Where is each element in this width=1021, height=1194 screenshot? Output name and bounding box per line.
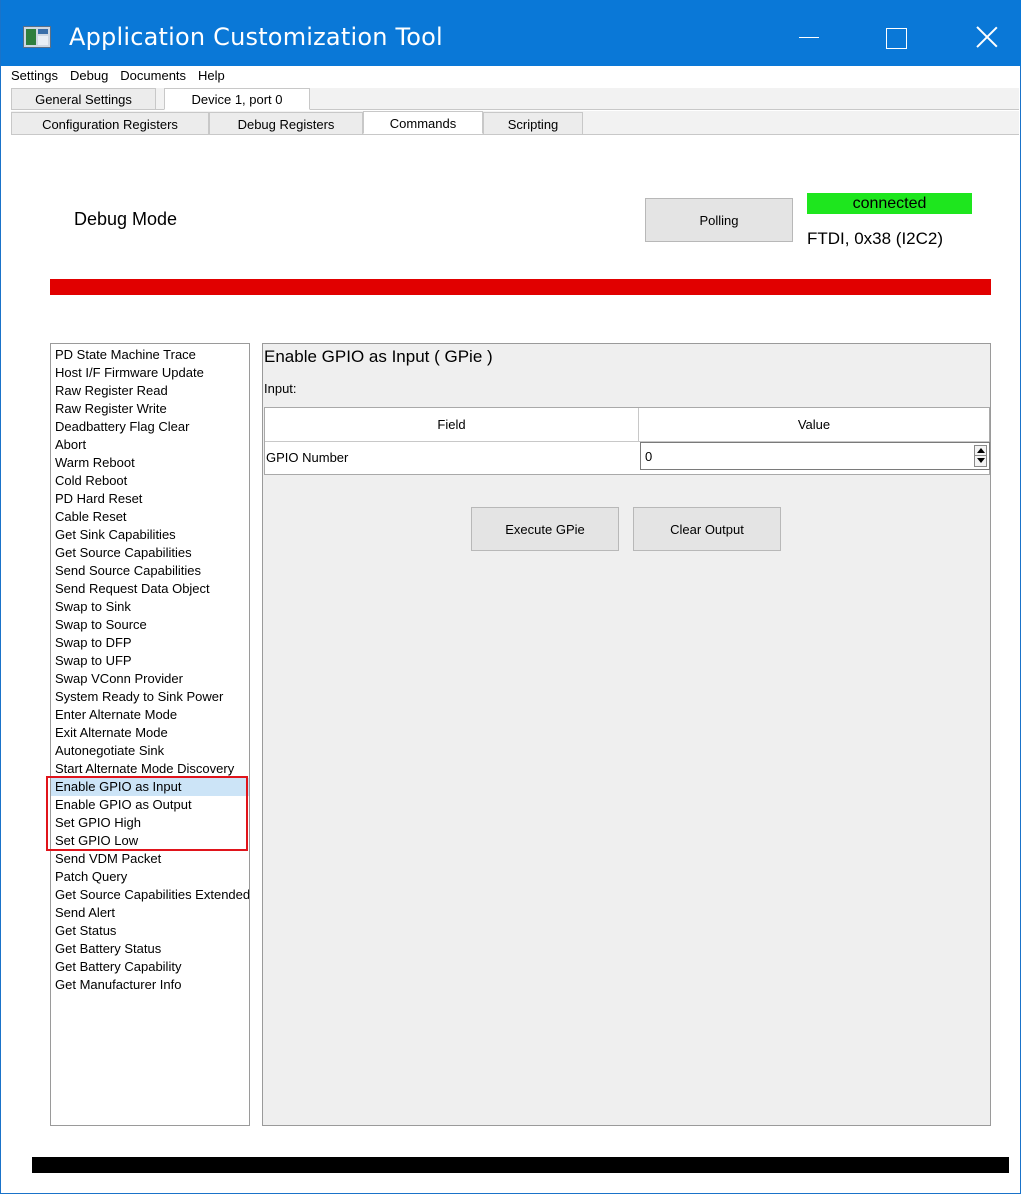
list-item[interactable]: Send VDM Packet	[51, 850, 249, 868]
grid-header: Field Value	[265, 408, 989, 442]
device-tabs: General Settings Device 1, port 0	[11, 88, 1019, 110]
list-item[interactable]: Get Source Capabilities	[51, 544, 249, 562]
list-item[interactable]: Abort	[51, 436, 249, 454]
list-item[interactable]: Autonegotiate Sink	[51, 742, 249, 760]
number-spinner[interactable]	[974, 445, 987, 467]
input-label: Input:	[264, 381, 297, 396]
output-bar	[32, 1157, 1009, 1173]
menu-help[interactable]: Help	[198, 67, 225, 85]
list-item[interactable]: Patch Query	[51, 868, 249, 886]
tab-scripting[interactable]: Scripting	[483, 112, 583, 135]
clear-output-button[interactable]: Clear Output	[633, 507, 781, 551]
list-item[interactable]: Host I/F Firmware Update	[51, 364, 249, 382]
column-header-field: Field	[265, 408, 639, 442]
tab-general-settings[interactable]: General Settings	[11, 88, 156, 110]
maximize-icon[interactable]	[877, 18, 917, 58]
tab-configuration-registers[interactable]: Configuration Registers	[11, 112, 209, 135]
list-item[interactable]: Enable GPIO as Output	[51, 796, 249, 814]
list-item[interactable]: Swap to DFP	[51, 634, 249, 652]
list-item[interactable]: Enter Alternate Mode	[51, 706, 249, 724]
list-item[interactable]: Get Battery Capability	[51, 958, 249, 976]
list-item[interactable]: Raw Register Write	[51, 400, 249, 418]
list-item[interactable]: Deadbattery Flag Clear	[51, 418, 249, 436]
tab-debug-registers[interactable]: Debug Registers	[209, 112, 363, 135]
status-bar-red	[50, 279, 991, 295]
menu-documents[interactable]: Documents	[120, 67, 186, 85]
tab-commands[interactable]: Commands	[363, 111, 483, 134]
list-item[interactable]: Get Source Capabilities Extended	[51, 886, 249, 904]
list-item[interactable]: Cable Reset	[51, 508, 249, 526]
section-tabs: Configuration Registers Debug Registers …	[11, 111, 1019, 135]
list-item[interactable]: Swap to Sink	[51, 598, 249, 616]
execute-button[interactable]: Execute GPie	[471, 507, 619, 551]
list-item[interactable]: Swap to UFP	[51, 652, 249, 670]
list-item[interactable]: Warm Reboot	[51, 454, 249, 472]
input-grid: Field Value GPIO Number 0	[264, 407, 990, 475]
list-item[interactable]: Cold Reboot	[51, 472, 249, 490]
list-item[interactable]: Get Status	[51, 922, 249, 940]
table-row: GPIO Number 0	[265, 442, 990, 474]
column-header-value: Value	[797, 417, 831, 432]
list-item[interactable]: Swap to Source	[51, 616, 249, 634]
polling-button[interactable]: Polling	[645, 198, 793, 242]
tab-device-1-port-0[interactable]: Device 1, port 0	[164, 88, 310, 110]
command-list[interactable]: PD State Machine Trace Host I/F Firmware …	[50, 343, 250, 1126]
list-item[interactable]: Get Manufacturer Info	[51, 976, 249, 994]
gpio-number-value: 0	[645, 449, 653, 464]
list-item[interactable]: Raw Register Read	[51, 382, 249, 400]
minimize-icon[interactable]	[791, 18, 831, 58]
command-panel: Enable GPIO as Input ( GPie ) Input: Fie…	[262, 343, 991, 1126]
list-item[interactable]: Enable GPIO as Input	[51, 778, 249, 796]
list-item[interactable]: Set GPIO High	[51, 814, 249, 832]
gpio-number-input[interactable]: 0	[640, 442, 990, 470]
list-item[interactable]: Swap VConn Provider	[51, 670, 249, 688]
app-icon	[23, 26, 51, 48]
list-item[interactable]: System Ready to Sink Power	[51, 688, 249, 706]
window-title: Application Customization Tool	[69, 23, 443, 51]
list-item[interactable]: Send Request Data Object	[51, 580, 249, 598]
spin-up-icon[interactable]	[975, 446, 986, 456]
spin-down-icon[interactable]	[975, 456, 986, 466]
list-item[interactable]: Start Alternate Mode Discovery	[51, 760, 249, 778]
mode-label: Debug Mode	[74, 209, 178, 229]
list-item[interactable]: Exit Alternate Mode	[51, 724, 249, 742]
menu-debug[interactable]: Debug	[70, 67, 108, 85]
app-window: Application Customization Tool Settings …	[0, 0, 1021, 1194]
status-badge: connected	[807, 193, 972, 214]
list-item[interactable]: Send Alert	[51, 904, 249, 922]
command-title: Enable GPIO as Input ( GPie )	[264, 347, 493, 366]
menu-settings[interactable]: Settings	[11, 67, 58, 85]
title-bar[interactable]: Application Customization Tool	[1, 0, 1021, 66]
list-item[interactable]: Set GPIO Low	[51, 832, 249, 850]
list-item[interactable]: Send Source Capabilities	[51, 562, 249, 580]
list-item[interactable]: PD Hard Reset	[51, 490, 249, 508]
connection-info: FTDI, 0x38 (I2C2)	[807, 229, 944, 248]
list-item[interactable]: PD State Machine Trace	[51, 346, 249, 364]
close-icon[interactable]	[967, 18, 1007, 58]
list-item[interactable]: Get Sink Capabilities	[51, 526, 249, 544]
list-item[interactable]: Get Battery Status	[51, 940, 249, 958]
menu-bar: Settings Debug Documents Help	[11, 66, 225, 86]
field-gpio-number: GPIO Number	[266, 450, 349, 465]
